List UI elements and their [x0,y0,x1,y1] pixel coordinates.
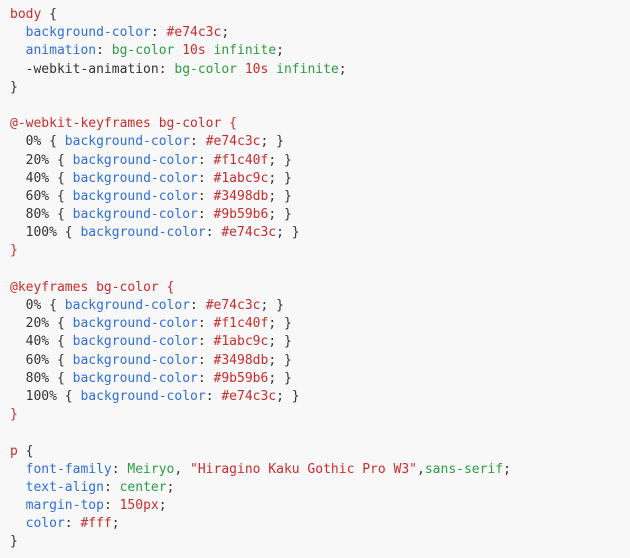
value: #3498db [214,189,269,204]
line: } [10,407,18,422]
property: background-color [65,298,190,313]
line: } [10,80,18,95]
line: margin-top: 150px; [10,498,167,513]
keyframe-pct: 0% [26,134,42,149]
line: background-color: #e74c3c; [10,25,229,40]
keyframe-pct: 100% [26,389,57,404]
keyframe-pct: 100% [26,225,57,240]
value: sans-serif [425,462,503,477]
property: background-color [26,25,151,40]
keyframe-pct: 0% [26,298,42,313]
line: @-webkit-keyframes bg-color { [10,116,237,131]
value: "Hiragino Kaku Gothic Pro W3" [190,462,417,477]
line: 20% { background-color: #f1c40f; } [10,153,292,168]
value: #e74c3c [221,389,276,404]
value: #f1c40f [214,153,269,168]
line: text-align: center; [10,480,174,495]
line: 0% { background-color: #e74c3c; } [10,298,284,313]
line: } [10,534,18,549]
property: color [26,516,65,531]
keyframe-pct: 60% [26,189,49,204]
line: 40% { background-color: #1abc9c; } [10,171,292,186]
property: background-color [80,389,205,404]
value: #e74c3c [221,225,276,240]
property: -webkit-animation [26,62,159,77]
property: background-color [73,207,198,222]
value: infinite [276,62,339,77]
value: bg-color [174,62,237,77]
line: 0% { background-color: #e74c3c; } [10,134,284,149]
property: animation [26,43,96,58]
value: #1abc9c [214,171,269,186]
value: center [120,480,167,495]
line: 100% { background-color: #e74c3c; } [10,389,300,404]
keyframe-pct: 40% [26,171,49,186]
value: Meiryo [127,462,174,477]
code-block: body { background-color: #e74c3c; animat… [0,0,630,558]
value: #e74c3c [206,298,261,313]
keyframe-pct: 20% [26,316,49,331]
line: font-family: Meiryo, "Hiragino Kaku Goth… [10,462,511,477]
value: infinite [214,43,277,58]
keyframe-pct: 60% [26,353,49,368]
line: 60% { background-color: #3498db; } [10,189,292,204]
line: -webkit-animation: bg-color 10s infinite… [10,62,347,77]
line: @keyframes bg-color { [10,280,174,295]
selector: p [10,444,18,459]
line: 40% { background-color: #1abc9c; } [10,334,292,349]
value: 10s [182,43,205,58]
line: p { [10,444,33,459]
property: background-color [80,225,205,240]
property: background-color [73,371,198,386]
property: background-color [73,189,198,204]
value: #1abc9c [214,334,269,349]
line: 80% { background-color: #9b59b6; } [10,371,292,386]
line: 20% { background-color: #f1c40f; } [10,316,292,331]
property: background-color [73,171,198,186]
at-rule: @keyframes [10,280,88,295]
value: #f1c40f [214,316,269,331]
property: background-color [65,134,190,149]
value: bg-color [112,43,175,58]
line: } [10,243,18,258]
kf-name: bg-color [159,116,222,131]
value: #e74c3c [206,134,261,149]
value: #e74c3c [167,25,222,40]
property: text-align [26,480,104,495]
keyframe-pct: 80% [26,371,49,386]
value: #9b59b6 [214,371,269,386]
at-rule: @-webkit-keyframes [10,116,151,131]
value: #fff [80,516,111,531]
property: background-color [73,353,198,368]
property: font-family [26,462,112,477]
keyframe-pct: 80% [26,207,49,222]
keyframe-pct: 40% [26,334,49,349]
line: 60% { background-color: #3498db; } [10,353,292,368]
property: margin-top [26,498,104,513]
line: animation: bg-color 10s infinite; [10,43,284,58]
property: background-color [73,153,198,168]
line: 100% { background-color: #e74c3c; } [10,225,300,240]
value: #3498db [214,353,269,368]
line: body { [10,7,57,22]
value: 10s [245,62,268,77]
line: color: #fff; [10,516,120,531]
property: background-color [73,334,198,349]
keyframe-pct: 20% [26,153,49,168]
line: 80% { background-color: #9b59b6; } [10,207,292,222]
value: #9b59b6 [214,207,269,222]
selector: body [10,7,41,22]
property: background-color [73,316,198,331]
value: 150px [120,498,159,513]
kf-name: bg-color [96,280,159,295]
